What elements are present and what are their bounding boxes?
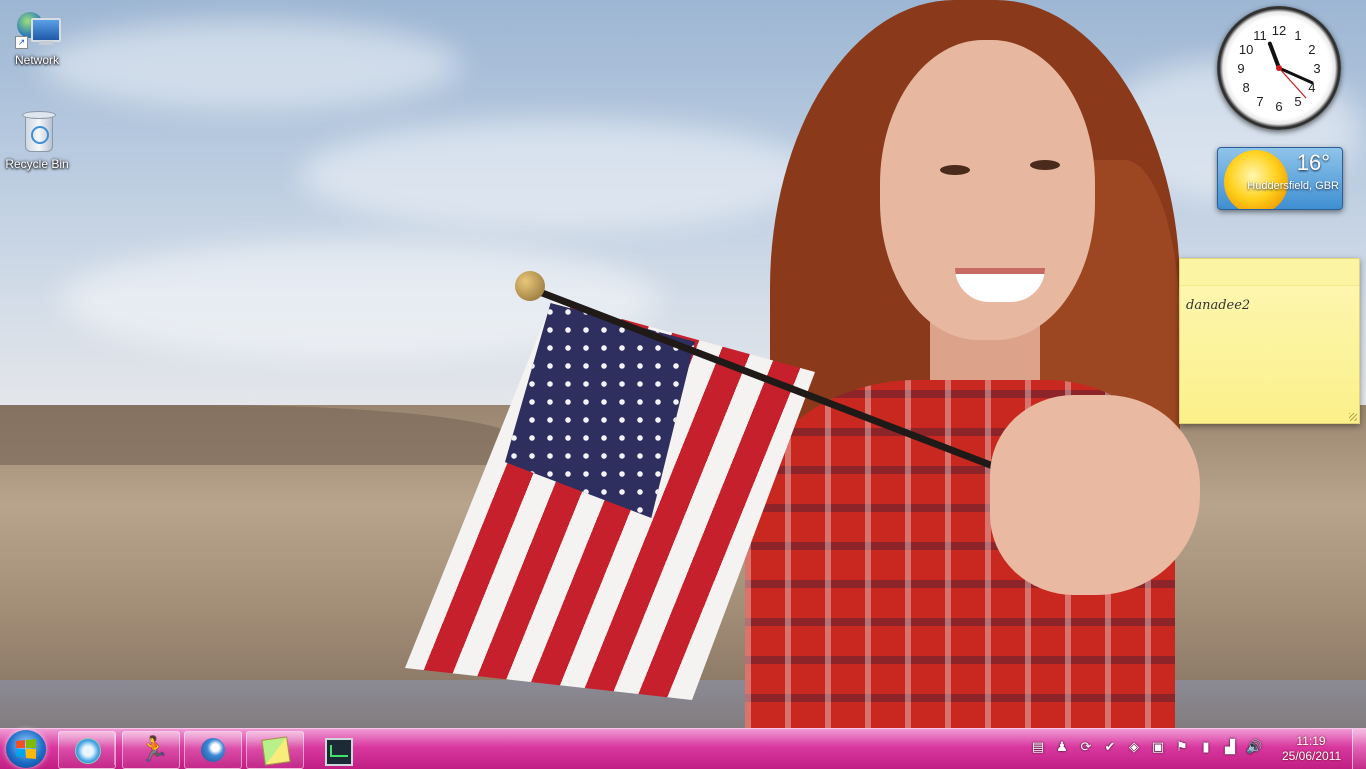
- clock-numeral: 6: [1275, 99, 1282, 114]
- recycle-bin-icon: [15, 110, 59, 154]
- clock-gadget[interactable]: 1 2 3 4 5 6 7 8 9 10 11 12: [1217, 6, 1341, 130]
- taskbar: 🏃 ▤ ♟ ⟳ ✔ ◈ ▣ ⚑ ▮ ▟ 🔊 11:19 25/06/2011: [0, 728, 1366, 769]
- taskbar-button-task-manager[interactable]: [308, 731, 366, 769]
- sticky-note-text[interactable]: danadee2: [1180, 286, 1359, 325]
- resize-grip-icon[interactable]: [1349, 413, 1357, 421]
- sticky-note-header[interactable]: [1180, 259, 1359, 286]
- clock-numeral: 10: [1239, 42, 1253, 57]
- taskbar-button-safari[interactable]: [58, 731, 116, 769]
- monitor-icon[interactable]: ▣: [1150, 739, 1166, 755]
- desktop-icon-recycle-bin[interactable]: Recycle Bin: [0, 110, 74, 171]
- desktop-icon-label: Network: [14, 53, 59, 67]
- flag-clock-icon[interactable]: ⚑: [1174, 739, 1190, 755]
- clock-face: 1234567891011 12: [1237, 23, 1320, 114]
- usb-device-icon[interactable]: ▤: [1030, 739, 1046, 755]
- clock-hour-hand: [1267, 41, 1281, 70]
- clock-numeral: 12: [1272, 23, 1286, 38]
- taskbar-button-sticky-notes[interactable]: [246, 731, 304, 769]
- taskbar-button-thunderbird[interactable]: [184, 731, 242, 769]
- taskbar-time: 11:19: [1296, 734, 1326, 748]
- clock-numeral: 1: [1294, 28, 1301, 43]
- desktop-icon-label: Recycle Bin: [5, 157, 69, 171]
- weather-location: Huddersfield, GBR: [1247, 180, 1339, 192]
- clock-numeral: 5: [1294, 94, 1301, 109]
- app-icon[interactable]: ◈: [1126, 739, 1142, 755]
- battery-icon[interactable]: ▮: [1198, 739, 1214, 755]
- woman-hand: [990, 395, 1200, 595]
- task-manager-icon: [325, 738, 353, 766]
- clock-minute-hand: [1277, 66, 1314, 85]
- taskbar-button-aim[interactable]: 🏃: [122, 731, 180, 769]
- clock-numeral: 7: [1256, 94, 1263, 109]
- messenger-icon[interactable]: ♟: [1054, 739, 1070, 755]
- weather-temperature: 16°: [1296, 150, 1330, 175]
- clock-numeral: 2: [1308, 42, 1315, 57]
- windows-logo-icon: [16, 739, 36, 759]
- start-button[interactable]: [6, 730, 46, 768]
- volume-icon[interactable]: 🔊: [1246, 739, 1262, 755]
- aim-running-man-icon: 🏃: [139, 736, 169, 763]
- thunderbird-icon: [201, 738, 225, 762]
- taskbar-clock[interactable]: 11:19 25/06/2011: [1282, 734, 1342, 764]
- taskbar-separator: [114, 733, 115, 765]
- clock-center-pin: [1276, 65, 1282, 71]
- desktop-icon-network[interactable]: ↗ Network: [0, 6, 74, 67]
- network-icon: ↗: [15, 6, 61, 50]
- weather-gadget[interactable]: 16° Huddersfield, GBR: [1217, 147, 1343, 210]
- clock-numeral: 3: [1313, 61, 1320, 76]
- sticky-note-gadget[interactable]: danadee2: [1179, 258, 1360, 424]
- desktop-wallpaper: [0, 0, 1366, 728]
- clock-numeral: 11: [1253, 28, 1267, 43]
- sticky-notes-icon: [261, 736, 291, 766]
- clock-numeral: 9: [1237, 61, 1244, 76]
- sync-icon[interactable]: ⟳: [1078, 739, 1094, 755]
- checkmark-icon[interactable]: ✔: [1102, 739, 1118, 755]
- network-signal-icon[interactable]: ▟: [1222, 739, 1238, 755]
- taskbar-date: 25/06/2011: [1282, 749, 1342, 763]
- safari-compass-icon: [75, 738, 101, 764]
- clock-numeral: 8: [1242, 80, 1249, 95]
- show-desktop-button[interactable]: [1352, 729, 1366, 769]
